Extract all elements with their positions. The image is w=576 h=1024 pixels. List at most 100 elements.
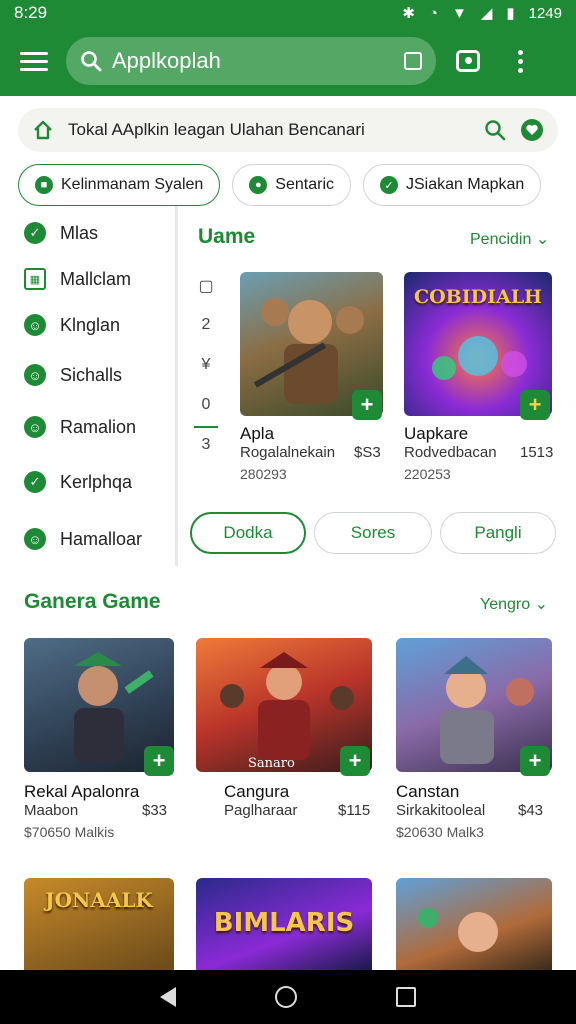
favorite-icon[interactable] bbox=[520, 118, 544, 142]
thumbnail-title: Sanaro bbox=[248, 756, 295, 771]
section-link-label: Yengro bbox=[480, 596, 531, 613]
game-card[interactable]: + Rekal Apalonra Maabon $33 $70650 Malki… bbox=[24, 638, 176, 864]
recents-icon[interactable] bbox=[396, 987, 417, 1007]
section-title-top: Uame bbox=[198, 225, 256, 248]
chip-label: JSiakan Mapkan bbox=[406, 176, 525, 193]
check-icon: ✓ bbox=[24, 471, 46, 493]
sidebar-item-label: Mallclam bbox=[60, 268, 132, 289]
filter-chips: ■ Kelinmanam Syalen ● Sentaric ✓ JSiakan… bbox=[18, 164, 576, 206]
card-title: Uapkare bbox=[404, 424, 469, 443]
gamepad-icon: ● bbox=[249, 176, 268, 194]
add-icon[interactable]: + bbox=[520, 390, 550, 420]
smile-icon: ☺ bbox=[24, 416, 46, 438]
home-circle-icon[interactable] bbox=[274, 986, 297, 1008]
card-title: Cangura bbox=[224, 782, 290, 801]
card-meta: $70650 Malkis bbox=[24, 824, 115, 840]
game-thumbnail[interactable] bbox=[396, 878, 552, 970]
section-link-top[interactable]: Pencidin ⌄ bbox=[470, 229, 549, 249]
index-item: 3 bbox=[201, 436, 211, 453]
category-sidebar: ✓ Mlas ▦ Mallclam ☺ Klnglan ☺ Sichalls ☺ Rama… bbox=[0, 206, 178, 566]
secondary-search-text: Tokal AAplkin leagan Ulahan Bencanari bbox=[68, 120, 365, 139]
index-item: 0 bbox=[194, 396, 218, 428]
chip-2[interactable]: ✓ JSiakan Mapkan bbox=[363, 164, 542, 206]
sidebar-item-5[interactable]: ✓ Kerlphqa bbox=[24, 471, 132, 493]
card-title: Apla bbox=[240, 424, 275, 443]
chip-1[interactable]: ● Sentaric bbox=[232, 164, 351, 206]
add-icon[interactable]: + bbox=[340, 746, 370, 776]
app-card[interactable]: COBIDIALH + Uapkare Rodvedbacan 1513 220… bbox=[404, 272, 554, 492]
search-text: Applkoplah bbox=[112, 48, 221, 73]
thumbnail-title: JONAALK bbox=[45, 888, 153, 912]
game-card[interactable]: Sanaro + Cangura Paglharaar $115 bbox=[196, 638, 374, 864]
add-icon[interactable]: + bbox=[144, 746, 174, 776]
hamburger-menu-icon[interactable] bbox=[14, 41, 54, 81]
pill-0[interactable]: Dodka bbox=[190, 512, 306, 554]
sidebar-item-4[interactable]: ☺ Ramalion bbox=[24, 416, 136, 438]
status-bar: 8:29 ✱ ◔ ▼ ◢ ▮ 1249 bbox=[0, 0, 576, 26]
card-meta: $20630 Malk3 bbox=[396, 824, 484, 840]
app-card[interactable]: + Apla Rogalalnekain $S3 280293 bbox=[240, 272, 385, 492]
game-thumbnail[interactable]: BIMLARIS bbox=[196, 878, 372, 970]
grid-icon: ▦ bbox=[24, 268, 46, 290]
card-title: Rekal Apalonra bbox=[24, 782, 140, 801]
section-link-games[interactable]: Yengro ⌄ bbox=[480, 594, 548, 614]
signal-icon: ◢ bbox=[480, 5, 493, 22]
pill-2[interactable]: Pangli bbox=[440, 512, 556, 554]
status-time: 8:29 bbox=[14, 3, 48, 22]
sidebar-item-label: Klnglan bbox=[60, 314, 121, 335]
card-meta: 280293 bbox=[240, 466, 287, 482]
card-meta: 220253 bbox=[404, 466, 451, 482]
card-price: 1513 bbox=[520, 444, 554, 461]
smile-icon: ☺ bbox=[24, 364, 46, 386]
check-icon: ✓ bbox=[380, 176, 398, 194]
add-icon[interactable]: + bbox=[352, 390, 382, 420]
alarm-icon: ◔ bbox=[428, 4, 438, 22]
smile-icon: ☺ bbox=[24, 314, 46, 336]
sidebar-item-0[interactable]: ✓ Mlas bbox=[24, 222, 98, 244]
card-price: $33 bbox=[142, 802, 168, 819]
check-icon: ✓ bbox=[24, 222, 46, 244]
wifi-icon: ▼ bbox=[451, 4, 467, 22]
secondary-search-bar[interactable]: Tokal AAplkin leagan Ulahan Bencanari bbox=[18, 108, 558, 152]
smile-icon: ☺ bbox=[24, 528, 46, 550]
sidebar-item-1[interactable]: ▦ Mallclam bbox=[24, 268, 131, 290]
card-price: $43 bbox=[518, 802, 544, 819]
sidebar-item-6[interactable]: ☺ Hamalloar bbox=[24, 528, 142, 550]
card-price: $S3 bbox=[354, 444, 381, 461]
card-subtitle: Maabon bbox=[24, 802, 79, 819]
index-item: ▢ bbox=[198, 278, 214, 295]
section-title-games: Ganera Game bbox=[24, 590, 161, 613]
search-icon[interactable] bbox=[484, 119, 506, 141]
bag-icon: ■ bbox=[35, 176, 53, 194]
square-icon[interactable] bbox=[404, 52, 422, 70]
search-input[interactable]: Applkoplah bbox=[66, 37, 436, 85]
game-thumbnail[interactable]: JONAALK bbox=[24, 878, 174, 970]
sort-pills: Dodka Sores Pangli bbox=[190, 512, 576, 554]
app-bar: Applkoplah bbox=[0, 26, 576, 96]
chip-label: Sentaric bbox=[275, 176, 334, 193]
search-icon bbox=[81, 51, 102, 72]
section-link-label: Pencidin bbox=[470, 231, 532, 248]
store-bag-icon[interactable] bbox=[448, 41, 488, 81]
card-subtitle: Rogalalnekain bbox=[240, 444, 336, 461]
more-options-icon[interactable] bbox=[500, 41, 540, 81]
chevron-down-icon: ⌄ bbox=[534, 596, 548, 613]
chevron-down-icon: ⌄ bbox=[535, 231, 550, 248]
sidebar-item-2[interactable]: ☺ Klnglan bbox=[24, 314, 120, 336]
thumbnail-title: COBIDIALH bbox=[413, 286, 543, 308]
pill-1[interactable]: Sores bbox=[314, 512, 432, 554]
card-subtitle: Sirkakitooleal bbox=[396, 802, 486, 819]
sidebar-item-3[interactable]: ☺ Sichalls bbox=[24, 364, 122, 386]
sidebar-item-label: Sichalls bbox=[60, 364, 123, 385]
chip-0[interactable]: ■ Kelinmanam Syalen bbox=[18, 164, 221, 206]
card-subtitle: Paglharaar bbox=[224, 802, 298, 819]
back-icon[interactable] bbox=[159, 987, 176, 1007]
sidebar-item-label: Kerlphqa bbox=[60, 471, 133, 492]
game-card[interactable]: + Canstan Sirkakitooleal $43 $20630 Malk… bbox=[396, 638, 556, 864]
add-icon[interactable]: + bbox=[520, 746, 550, 776]
home-icon[interactable] bbox=[32, 119, 54, 141]
system-nav-bar bbox=[0, 970, 576, 1024]
card-title: Canstan bbox=[396, 782, 460, 801]
chip-label: Kelinmanam Syalen bbox=[61, 176, 204, 193]
sidebar-item-label: Hamalloar bbox=[60, 528, 143, 549]
